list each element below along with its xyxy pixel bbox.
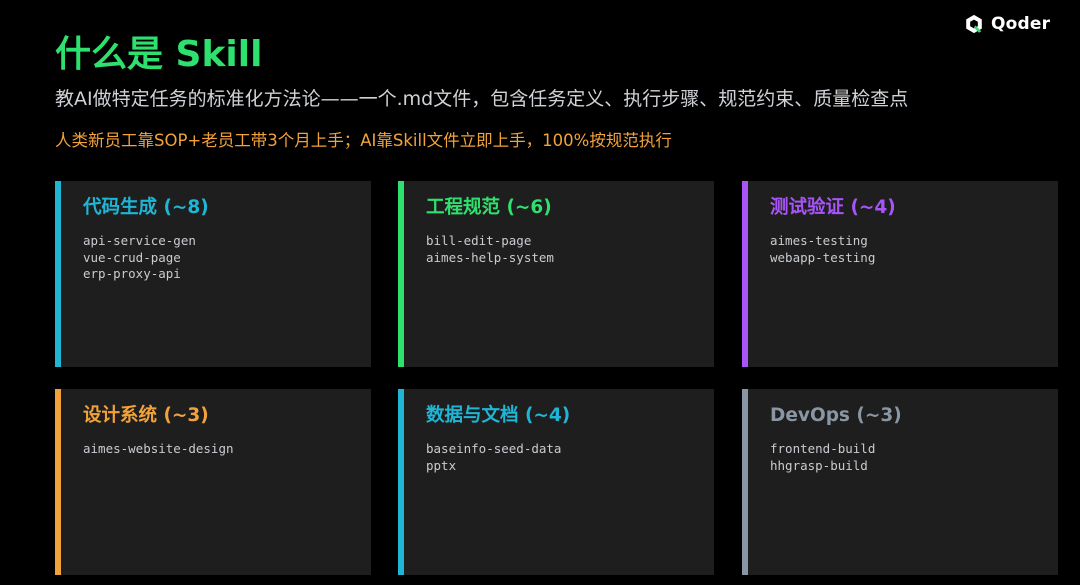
card-design-system: 设计系统 (~3) aimes-website-design <box>55 389 371 575</box>
card-devops: DevOps (~3) frontend-build hhgrasp-build <box>742 389 1058 575</box>
skill-item: pptx <box>426 457 457 473</box>
skill-item: erp-proxy-api <box>83 266 181 281</box>
card-title: 测试验证 (~4) <box>770 197 896 218</box>
card-title: 数据与文档 (~4) <box>426 405 571 426</box>
page-title: 什么是 Skill <box>55 34 263 75</box>
card-title: 工程规范 (~6) <box>426 197 552 218</box>
slide: Qoder 什么是 Skill 教AI做特定任务的标准化方法论——一个.md文件… <box>0 0 1080 585</box>
card-title: DevOps (~3) <box>770 405 902 426</box>
highlight-text: 人类新员工靠SOP+老员工带3个月上手；AI靠Skill文件立即上手，100%按… <box>55 131 672 150</box>
qoder-logo: Qoder <box>963 13 1050 35</box>
card-data-docs: 数据与文档 (~4) baseinfo-seed-data pptx <box>398 389 714 575</box>
card-testing: 测试验证 (~4) aimes-testing webapp-testing <box>742 181 1058 367</box>
card-item-list: api-service-gen vue-crud-page erp-proxy-… <box>83 233 196 283</box>
brand-name: Qoder <box>991 14 1051 34</box>
skill-item: webapp-testing <box>770 249 876 265</box>
skill-item: aimes-website-design <box>83 441 234 456</box>
page-subtitle: 教AI做特定任务的标准化方法论——一个.md文件，包含任务定义、执行步骤、规范约… <box>55 88 909 110</box>
card-item-list: frontend-build hhgrasp-build <box>770 441 875 474</box>
card-code-generation: 代码生成 (~8) api-service-gen vue-crud-page … <box>55 181 371 367</box>
skill-item: bill-edit-page <box>426 233 532 248</box>
card-item-list: baseinfo-seed-data pptx <box>426 441 561 474</box>
skill-item: aimes-help-system <box>426 249 554 265</box>
skill-item: hhgrasp-build <box>770 457 868 473</box>
skill-item: vue-crud-page <box>83 249 181 265</box>
card-title: 设计系统 (~3) <box>83 405 209 426</box>
skill-item: aimes-testing <box>770 233 868 248</box>
skill-item: api-service-gen <box>83 233 196 248</box>
card-item-list: aimes-website-design <box>83 441 234 458</box>
card-engineering-standards: 工程规范 (~6) bill-edit-page aimes-help-syst… <box>398 181 714 367</box>
skill-item: baseinfo-seed-data <box>426 441 562 456</box>
qoder-logo-icon <box>966 14 982 34</box>
card-item-list: aimes-testing webapp-testing <box>770 233 875 266</box>
card-title: 代码生成 (~8) <box>83 197 209 218</box>
card-item-list: bill-edit-page aimes-help-system <box>426 233 554 266</box>
skill-item: frontend-build <box>770 441 876 456</box>
